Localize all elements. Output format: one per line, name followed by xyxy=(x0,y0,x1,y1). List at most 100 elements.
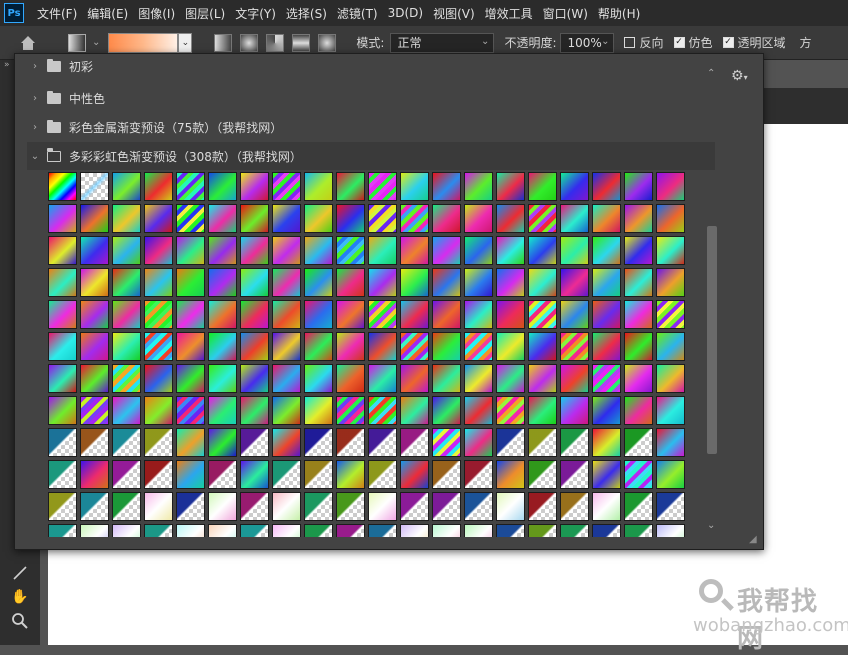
gradient-swatch[interactable] xyxy=(272,364,301,393)
gradient-swatch[interactable] xyxy=(592,236,621,265)
gradient-swatch[interactable] xyxy=(272,268,301,297)
menu-edit[interactable]: 编辑(E) xyxy=(82,5,133,22)
hand-tool-icon[interactable]: ✋ xyxy=(10,587,30,607)
gradient-swatch[interactable] xyxy=(304,492,333,521)
diamond-gradient-button[interactable] xyxy=(318,33,337,52)
gradient-dropdown[interactable]: ⌄ xyxy=(178,32,193,53)
gradient-swatch[interactable] xyxy=(208,300,237,329)
gradient-swatch[interactable] xyxy=(592,460,621,489)
menu-type[interactable]: 文字(Y) xyxy=(230,5,281,22)
gradient-swatch[interactable] xyxy=(496,204,525,233)
gradient-swatch[interactable] xyxy=(464,332,493,361)
gradient-swatch[interactable] xyxy=(432,172,461,201)
gradient-swatch[interactable] xyxy=(624,300,653,329)
gradient-swatch[interactable] xyxy=(240,300,269,329)
gradient-swatch[interactable] xyxy=(176,204,205,233)
gradient-tool-icon[interactable] xyxy=(68,33,86,52)
gradient-swatch[interactable] xyxy=(400,524,429,537)
gradient-swatch[interactable] xyxy=(112,236,141,265)
gradient-swatch[interactable] xyxy=(240,332,269,361)
gradient-swatch[interactable] xyxy=(432,524,461,537)
mode-select[interactable]: 正常 ⌄ xyxy=(390,32,495,53)
gradient-swatch[interactable] xyxy=(432,300,461,329)
gradient-swatch[interactable] xyxy=(496,524,525,537)
gradient-swatch[interactable] xyxy=(592,204,621,233)
gradient-swatch[interactable] xyxy=(464,492,493,521)
gradient-swatch[interactable] xyxy=(240,396,269,425)
gradient-swatch[interactable] xyxy=(144,492,173,521)
menu-window[interactable]: 窗口(W) xyxy=(538,5,593,22)
gradient-swatch[interactable] xyxy=(528,428,557,457)
gradient-swatch[interactable] xyxy=(112,428,141,457)
gradient-swatch[interactable] xyxy=(528,332,557,361)
gradient-swatch[interactable] xyxy=(208,396,237,425)
gradient-swatch[interactable] xyxy=(240,428,269,457)
gradient-swatch[interactable] xyxy=(592,300,621,329)
gradient-swatch[interactable] xyxy=(560,172,589,201)
gradient-swatch[interactable] xyxy=(368,492,397,521)
gradient-swatch[interactable] xyxy=(496,428,525,457)
gradient-swatch[interactable] xyxy=(400,396,429,425)
gradient-swatch[interactable] xyxy=(208,428,237,457)
gradient-swatch[interactable] xyxy=(144,236,173,265)
gradient-swatch[interactable] xyxy=(336,396,365,425)
gradient-swatch[interactable] xyxy=(272,396,301,425)
gradient-swatch[interactable] xyxy=(208,268,237,297)
gradient-swatch[interactable] xyxy=(208,172,237,201)
scroll-down-icon[interactable]: ⌄ xyxy=(707,520,715,531)
gradient-swatch[interactable] xyxy=(304,300,333,329)
gradient-swatch[interactable] xyxy=(368,428,397,457)
gradient-swatch[interactable] xyxy=(240,364,269,393)
gradient-swatch[interactable] xyxy=(560,428,589,457)
gradient-swatch[interactable] xyxy=(592,332,621,361)
gradient-swatch[interactable] xyxy=(560,396,589,425)
gradient-swatch[interactable] xyxy=(464,524,493,537)
gradient-swatch[interactable] xyxy=(432,364,461,393)
gradient-swatch[interactable] xyxy=(496,460,525,489)
gradient-swatch[interactable] xyxy=(304,236,333,265)
gradient-swatch[interactable] xyxy=(528,268,557,297)
gradient-swatch[interactable] xyxy=(80,524,109,537)
gradient-swatch[interactable] xyxy=(144,524,173,537)
gradient-swatch[interactable] xyxy=(144,300,173,329)
gradient-swatch[interactable] xyxy=(112,300,141,329)
gradient-swatch[interactable] xyxy=(240,268,269,297)
gradient-swatch[interactable] xyxy=(336,460,365,489)
gradient-swatch[interactable] xyxy=(656,460,685,489)
gradient-swatch[interactable] xyxy=(432,428,461,457)
gradient-swatch[interactable] xyxy=(400,268,429,297)
gradient-swatch[interactable] xyxy=(624,364,653,393)
gradient-swatch[interactable] xyxy=(592,172,621,201)
gradient-swatch[interactable] xyxy=(400,332,429,361)
gradient-swatch[interactable] xyxy=(336,268,365,297)
gradient-swatch[interactable] xyxy=(560,492,589,521)
gradient-swatch[interactable] xyxy=(656,204,685,233)
gradient-swatch[interactable] xyxy=(176,300,205,329)
gradient-swatch[interactable] xyxy=(624,428,653,457)
gradient-swatch[interactable] xyxy=(464,300,493,329)
gradient-swatch[interactable] xyxy=(208,492,237,521)
gradient-swatch[interactable] xyxy=(144,172,173,201)
gradient-swatch[interactable] xyxy=(176,492,205,521)
gradient-swatch[interactable] xyxy=(304,268,333,297)
gradient-swatch[interactable] xyxy=(240,460,269,489)
radial-gradient-button[interactable] xyxy=(240,33,259,52)
folder-row[interactable]: › 彩色金属渐变预设（75款）（我帮找网） xyxy=(27,113,715,141)
gradient-swatch[interactable] xyxy=(240,524,269,537)
gradient-swatch[interactable] xyxy=(464,396,493,425)
gradient-swatch[interactable] xyxy=(528,460,557,489)
gradient-swatch[interactable] xyxy=(592,492,621,521)
gradient-swatch[interactable] xyxy=(368,268,397,297)
gradient-swatch[interactable] xyxy=(336,332,365,361)
gradient-swatch[interactable] xyxy=(400,492,429,521)
opacity-input[interactable]: 100% ⌄ xyxy=(560,32,615,53)
gradient-swatch[interactable] xyxy=(144,332,173,361)
gradient-swatch[interactable] xyxy=(560,268,589,297)
gradient-swatch[interactable] xyxy=(496,364,525,393)
gradient-swatch[interactable] xyxy=(528,364,557,393)
gradient-swatch[interactable] xyxy=(272,300,301,329)
gradient-swatch[interactable] xyxy=(80,236,109,265)
gradient-swatch[interactable] xyxy=(400,364,429,393)
menu-view[interactable]: 视图(V) xyxy=(428,5,480,22)
gradient-swatch[interactable] xyxy=(368,172,397,201)
